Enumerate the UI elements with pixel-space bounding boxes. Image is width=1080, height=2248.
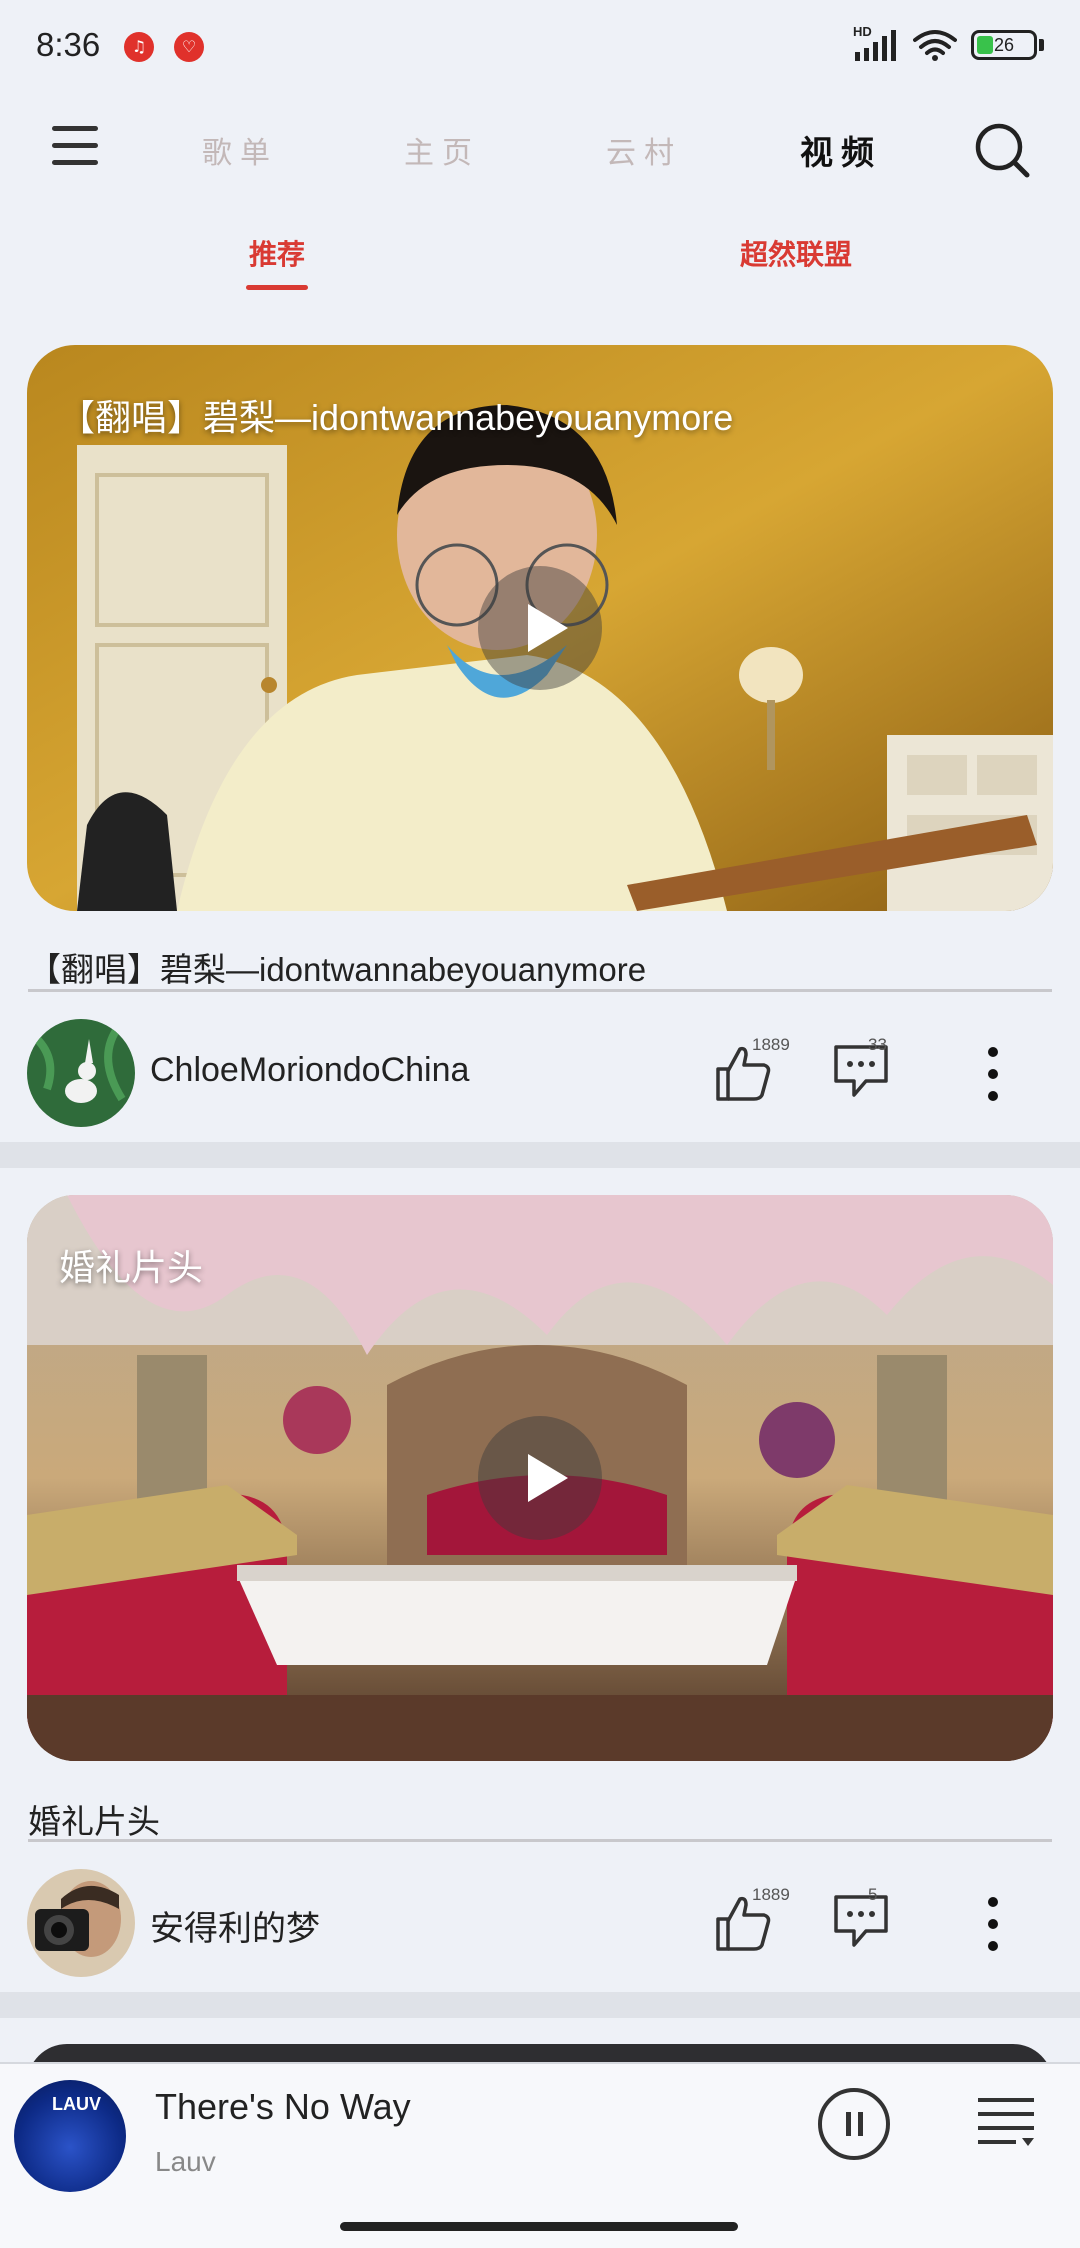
comment-count: 33 [868, 1035, 887, 1054]
battery-level: 26 [993, 34, 1015, 55]
section-divider [0, 1142, 1080, 1168]
pause-icon[interactable] [818, 2088, 890, 2160]
caption-underline [28, 1839, 1052, 1842]
like-count: 1889 [752, 1035, 790, 1054]
author-name[interactable]: ChloeMoriondoChina [150, 1051, 469, 1090]
battery-icon: 26 [971, 30, 1037, 60]
status-bar: 8:36 ♫ ♡ HD 26 [0, 0, 1080, 95]
sub-tab-recommended[interactable]: 推荐 [249, 233, 305, 273]
tab-playlists[interactable]: 歌单 [202, 128, 278, 172]
more-options-icon[interactable] [986, 1897, 1000, 1953]
video-thumbnail[interactable]: 婚礼片头 [27, 1195, 1053, 1761]
mini-player[interactable]: LAUV There's No Way Lauv [0, 2062, 1080, 2248]
author-row: ChloeMoriondoChina 1889 33 [0, 1019, 1080, 1129]
status-time: 8:36 [36, 26, 101, 63]
more-options-icon[interactable] [986, 1047, 1000, 1103]
app-notification-icon: ♡ [174, 32, 204, 62]
like-count: 1889 [752, 1885, 790, 1904]
song-artist: Lauv [155, 2146, 216, 2177]
video-thumbnail-title: 婚礼片头 [59, 1247, 204, 1288]
tab-video[interactable]: 视频 [800, 126, 882, 174]
tab-home[interactable]: 主页 [404, 128, 480, 172]
avatar[interactable] [27, 1019, 135, 1127]
playlist-icon[interactable] [976, 2092, 1036, 2152]
tab-cloud-village[interactable]: 云村 [606, 128, 682, 172]
caption-underline [28, 989, 1052, 992]
sub-tab-league[interactable]: 超然联盟 [740, 233, 852, 273]
active-tab-indicator [246, 285, 308, 290]
album-art[interactable]: LAUV [14, 2080, 126, 2192]
play-icon[interactable] [478, 1416, 602, 1540]
author-name[interactable]: 安得利的梦 [150, 1901, 320, 1950]
video-thumbnail[interactable]: 【翻唱】碧梨—idontwannabeyouanymore [27, 345, 1053, 911]
avatar[interactable] [27, 1869, 135, 1977]
top-nav: 歌单 主页 云村 视频 [0, 110, 1080, 190]
section-divider [0, 1992, 1080, 2018]
video-caption[interactable]: 婚礼片头 [28, 1795, 160, 1843]
menu-icon[interactable] [52, 126, 98, 166]
video-caption[interactable]: 【翻唱】碧梨—idontwannabeyouanymore [28, 943, 646, 991]
signal-icon: HD [853, 24, 899, 62]
play-icon[interactable] [478, 566, 602, 690]
sub-tabs: 推荐 超然联盟 [0, 225, 1080, 295]
wifi-icon [913, 30, 957, 61]
search-icon[interactable] [972, 120, 1032, 180]
album-art-text: LAUV [52, 2094, 101, 2114]
music-notification-icon: ♫ [124, 32, 154, 62]
status-icons: HD 26 [853, 24, 1044, 62]
author-row: 安得利的梦 1889 5 [0, 1869, 1080, 1979]
song-title: There's No Way [155, 2086, 411, 2127]
video-thumbnail-title: 【翻唱】碧梨—idontwannabeyouanymore [59, 397, 734, 438]
comment-count: 5 [868, 1885, 878, 1904]
comment-icon[interactable] [832, 1891, 890, 1949]
home-indicator[interactable] [340, 2222, 738, 2231]
